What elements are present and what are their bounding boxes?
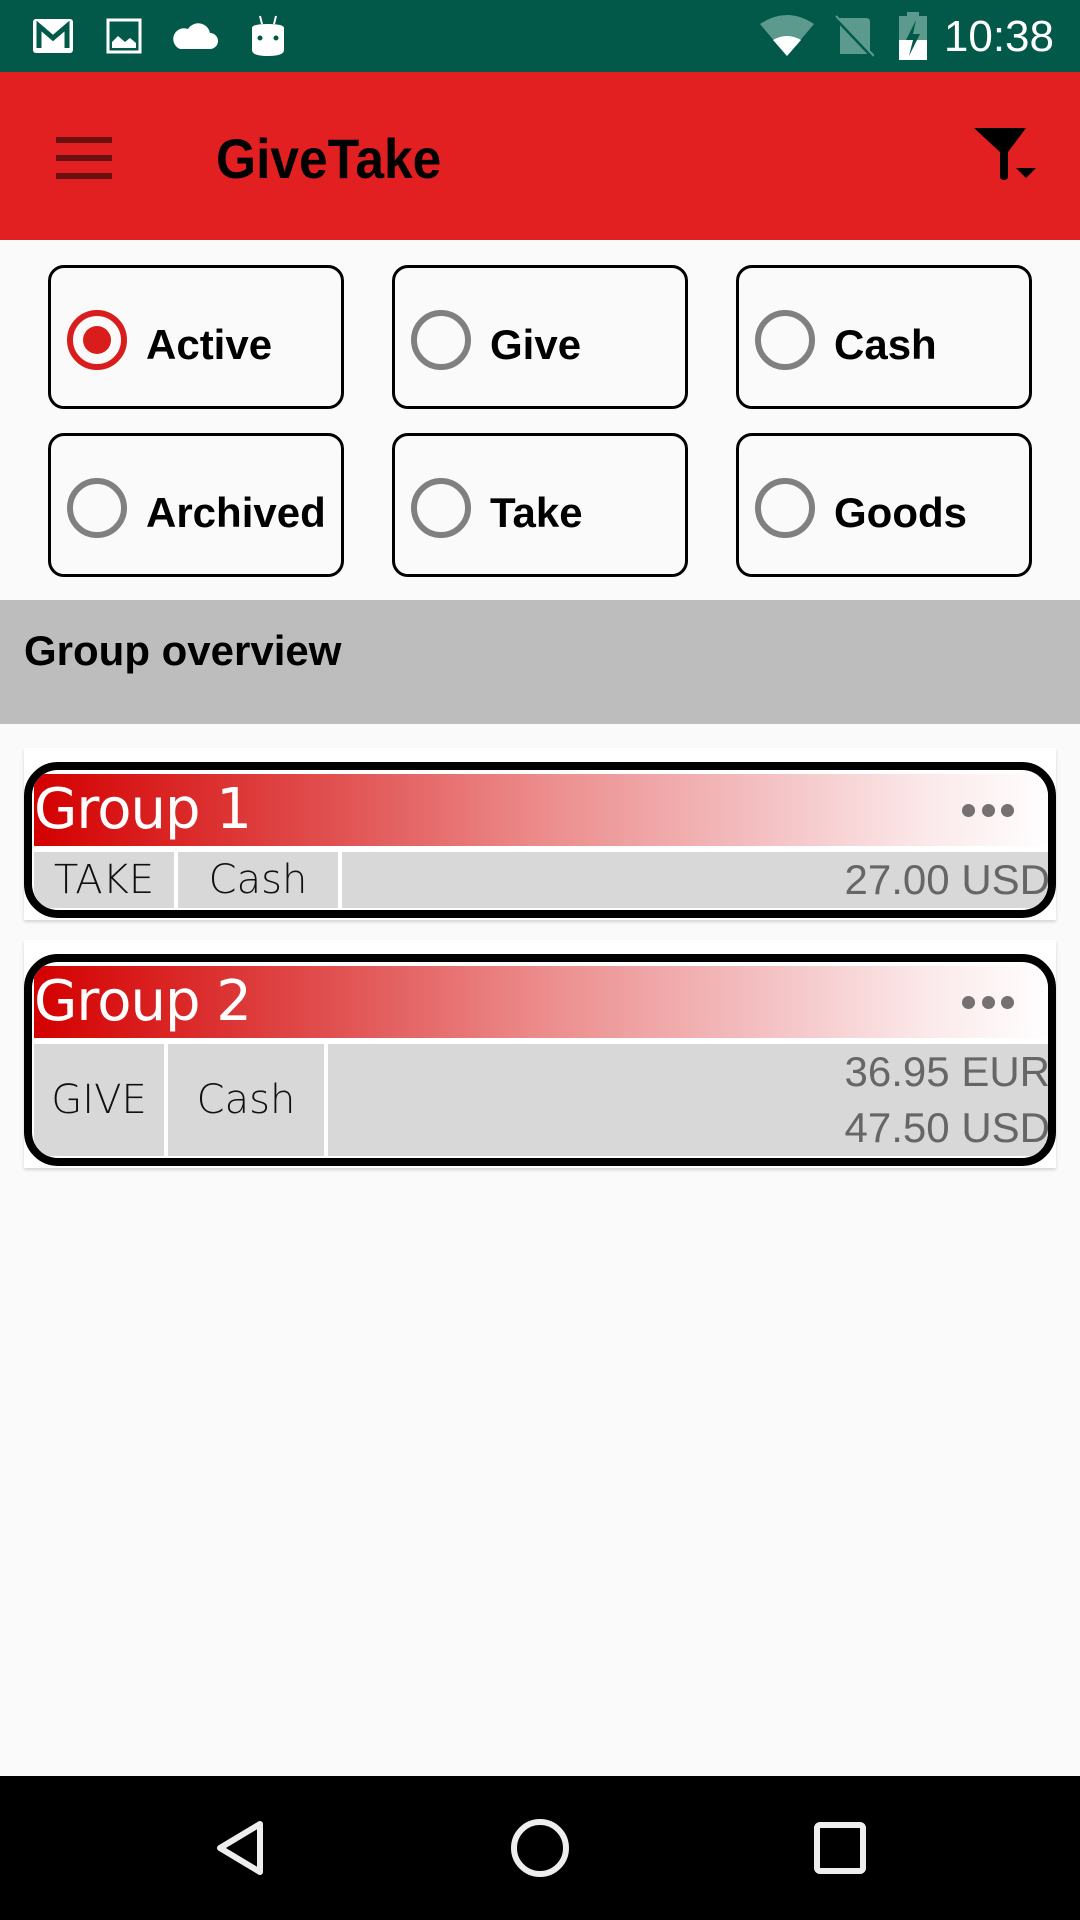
- group-header: Group 1: [34, 774, 1048, 846]
- amount-line: 36.95 EUR: [844, 1048, 1050, 1095]
- android-debug-icon: [250, 0, 286, 72]
- navigation-bar: [0, 1776, 1080, 1920]
- gmail-icon: [32, 0, 74, 72]
- battery-charging-icon: [898, 0, 928, 72]
- amount-line: 47.50 USD: [844, 1104, 1050, 1151]
- amount-line: 27.00 USD: [844, 856, 1050, 903]
- group-details: GIVE Cash 36.95 EUR 47.50 USD: [34, 1044, 1050, 1156]
- radio-unchecked-icon[interactable]: [755, 310, 815, 370]
- group-card[interactable]: Group 1 TAKE Cash 27.00 USD: [24, 748, 1056, 920]
- filter-dropdown-icon[interactable]: [970, 118, 1050, 198]
- gallery-icon: [106, 0, 142, 72]
- hamburger-menu-icon[interactable]: [40, 122, 128, 194]
- group-name: Group 1: [34, 777, 252, 842]
- group-direction: GIVE: [34, 1044, 164, 1156]
- radio-unchecked-icon[interactable]: [755, 478, 815, 538]
- filter-options: Active Give Cash Archived Take Goods: [0, 240, 1080, 600]
- group-type: Cash: [178, 852, 338, 908]
- app-title: GiveTake: [216, 127, 442, 190]
- filter-archived[interactable]: Archived: [48, 433, 344, 577]
- recents-icon[interactable]: [798, 1806, 882, 1890]
- radio-unchecked-icon[interactable]: [411, 478, 471, 538]
- more-options-icon[interactable]: [962, 798, 1014, 822]
- group-frame: Group 1 TAKE Cash 27.00 USD: [24, 762, 1056, 918]
- group-direction: TAKE: [34, 852, 174, 908]
- filter-goods[interactable]: Goods: [736, 433, 1032, 577]
- section-header: Group overview: [0, 600, 1080, 724]
- radio-unchecked-icon[interactable]: [411, 310, 471, 370]
- filter-give[interactable]: Give: [392, 265, 688, 409]
- back-icon[interactable]: [198, 1806, 282, 1890]
- group-amounts: 36.95 EUR 47.50 USD: [328, 1044, 1050, 1156]
- group-name: Group 2: [34, 969, 252, 1034]
- cloud-icon: [170, 0, 218, 72]
- filter-active[interactable]: Active: [48, 265, 344, 409]
- app-bar: GiveTake: [0, 72, 1080, 240]
- group-card[interactable]: Group 2 GIVE Cash 36.95 EUR 47.50 USD: [24, 940, 1056, 1168]
- group-frame: Group 2 GIVE Cash 36.95 EUR 47.50 USD: [24, 954, 1056, 1166]
- radio-checked-icon[interactable]: [67, 310, 127, 370]
- no-sim-icon: [834, 0, 874, 72]
- filter-label: Take: [490, 489, 583, 536]
- filter-label: Goods: [834, 489, 967, 536]
- filter-label: Cash: [834, 321, 937, 368]
- filter-label: Archived: [146, 489, 326, 536]
- group-amounts: 27.00 USD: [342, 852, 1050, 908]
- group-type: Cash: [168, 1044, 324, 1156]
- filter-label: Active: [146, 321, 273, 368]
- section-title: Group overview: [24, 627, 342, 674]
- clock: 10:38: [943, 12, 1054, 61]
- home-icon[interactable]: [498, 1806, 582, 1890]
- more-options-icon[interactable]: [962, 990, 1014, 1014]
- status-bar: 10:38: [0, 0, 1080, 72]
- group-header: Group 2: [34, 966, 1048, 1038]
- group-details: TAKE Cash 27.00 USD: [34, 852, 1050, 908]
- wifi-icon: [760, 0, 814, 72]
- radio-unchecked-icon[interactable]: [67, 478, 127, 538]
- filter-take[interactable]: Take: [392, 433, 688, 577]
- filter-cash[interactable]: Cash: [736, 265, 1032, 409]
- filter-label: Give: [490, 321, 582, 368]
